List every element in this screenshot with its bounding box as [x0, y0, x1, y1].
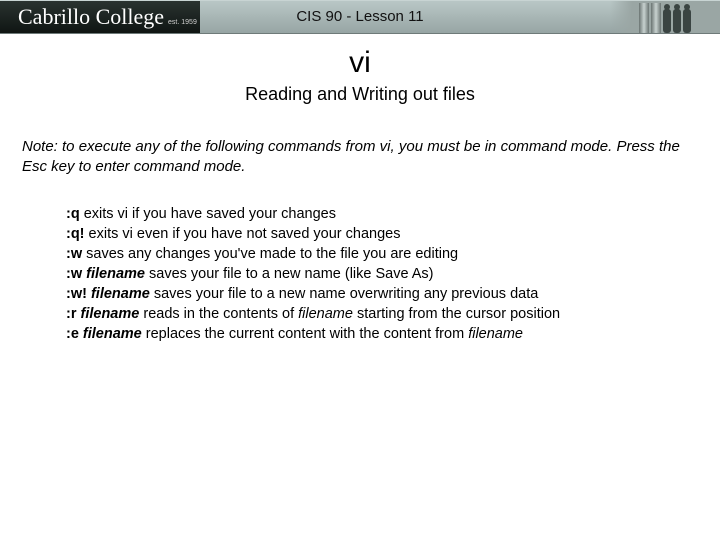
header-bar: Cabrillo College est. 1959 CIS 90 - Less… [0, 0, 720, 34]
cmd-desc: saves any changes you've made to the fil… [82, 246, 458, 262]
cmd-text: :q [66, 206, 80, 222]
command-list: :q exits vi if you have saved your chang… [66, 204, 630, 344]
cmd-desc-a: replaces the current content with the co… [142, 326, 468, 342]
note-text: Note: to execute any of the following co… [22, 137, 698, 178]
cmd-arg: filename [83, 326, 142, 342]
cmd-arg: filename [91, 286, 150, 302]
list-item: :e filename replaces the current content… [66, 324, 630, 344]
cmd-desc: exits vi if you have saved your changes [80, 206, 336, 222]
list-item: :w filename saves your file to a new nam… [66, 264, 630, 284]
cmd-arg2: filename [468, 326, 523, 342]
cmd-text: :r [66, 306, 81, 322]
page-title: vi [0, 48, 720, 78]
cmd-desc: saves your file to a new name (like Save… [145, 266, 434, 282]
list-item: :w saves any changes you've made to the … [66, 244, 630, 264]
list-item: :r filename reads in the contents of fil… [66, 304, 630, 324]
cmd-desc-a: reads in the contents of [139, 306, 298, 322]
cmd-arg2: filename [298, 306, 353, 322]
cmd-desc: saves your file to a new name overwritin… [150, 286, 538, 302]
cmd-text: :q! [66, 226, 85, 242]
logo-subtext: est. 1959 [168, 19, 197, 26]
list-item: :q exits vi if you have saved your chang… [66, 204, 630, 224]
college-logo: Cabrillo College est. 1959 [0, 1, 200, 33]
cmd-desc: exits vi even if you have not saved your… [85, 226, 401, 242]
cmd-text: :w! [66, 286, 91, 302]
logo-text: Cabrillo College [18, 6, 164, 28]
cmd-text: :w [66, 246, 82, 262]
header-decoration [610, 1, 720, 33]
cmd-arg: filename [86, 266, 145, 282]
cmd-text: :e [66, 326, 83, 342]
list-item: :q! exits vi even if you have not saved … [66, 224, 630, 244]
page-subtitle: Reading and Writing out files [0, 84, 720, 105]
cmd-text: :w [66, 266, 86, 282]
cmd-desc-b: starting from the cursor position [353, 306, 560, 322]
cmd-arg: filename [81, 306, 140, 322]
list-item: :w! filename saves your file to a new na… [66, 284, 630, 304]
